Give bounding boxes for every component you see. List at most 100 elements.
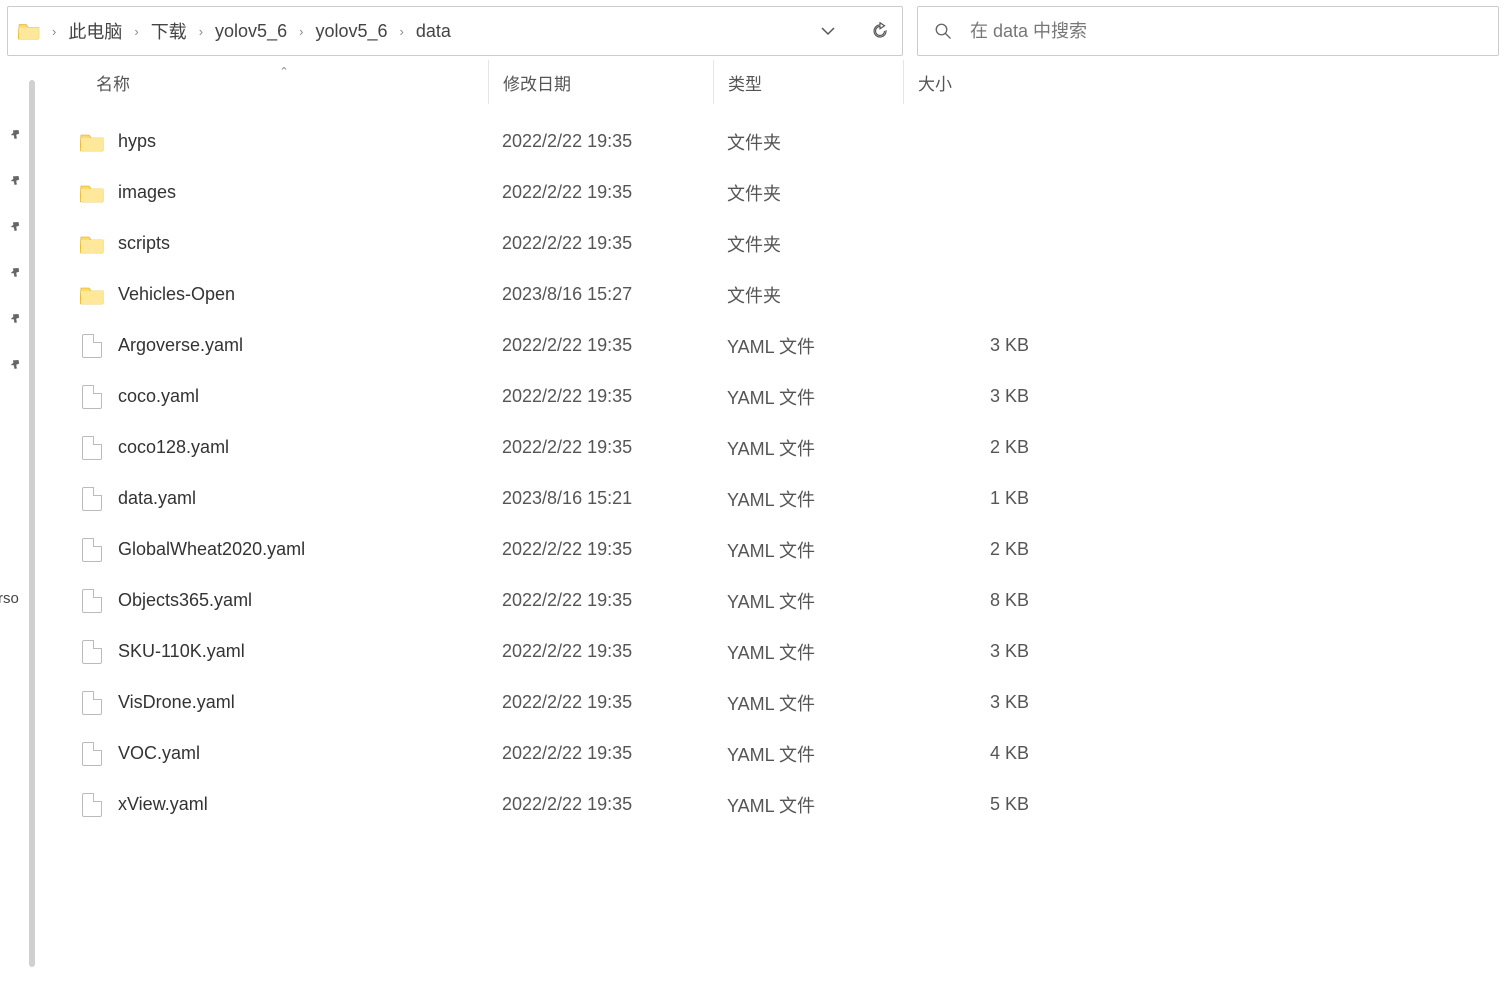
item-name: data.yaml bbox=[118, 488, 196, 509]
cell-name: hyps bbox=[80, 131, 488, 153]
cell-type: YAML 文件 bbox=[713, 792, 903, 818]
file-icon bbox=[82, 691, 102, 715]
chevron-right-icon: › bbox=[197, 24, 205, 39]
cell-name: GlobalWheat2020.yaml bbox=[80, 538, 488, 562]
cell-type: 文件夹 bbox=[713, 231, 903, 257]
cell-type: YAML 文件 bbox=[713, 588, 903, 614]
list-item[interactable]: data.yaml 2023/8/16 15:21YAML 文件1 KB bbox=[80, 473, 1506, 524]
chevron-right-icon: › bbox=[50, 24, 58, 39]
breadcrumb-segment[interactable]: data bbox=[412, 19, 455, 44]
cell-date: 2022/2/22 19:35 bbox=[488, 131, 713, 152]
cell-date: 2022/2/22 19:35 bbox=[488, 743, 713, 764]
cell-date: 2022/2/22 19:35 bbox=[488, 539, 713, 560]
item-name: VOC.yaml bbox=[118, 743, 200, 764]
cell-name: VOC.yaml bbox=[80, 742, 488, 766]
file-icon bbox=[82, 589, 102, 613]
breadcrumb-segment[interactable]: yolov5_6 bbox=[211, 19, 291, 44]
cell-type: YAML 文件 bbox=[713, 486, 903, 512]
sort-indicator-icon: ⌃ bbox=[279, 65, 288, 78]
address-actions bbox=[806, 19, 892, 43]
list-item[interactable]: coco.yaml2022/2/22 19:35YAML 文件3 KB bbox=[80, 371, 1506, 422]
cell-name: images bbox=[80, 182, 488, 204]
cell-name: data.yaml bbox=[80, 487, 488, 511]
list-item[interactable]: VisDrone.yaml2022/2/22 19:35YAML 文件3 KB bbox=[80, 677, 1506, 728]
pin-icon[interactable] bbox=[5, 263, 24, 282]
cell-date: 2022/2/22 19:35 bbox=[488, 590, 713, 611]
chevron-right-icon: › bbox=[297, 24, 305, 39]
list-item[interactable]: scripts2022/2/22 19:35文件夹 bbox=[80, 218, 1506, 269]
cell-name: VisDrone.yaml bbox=[80, 691, 488, 715]
cell-name: Vehicles-Open bbox=[80, 284, 488, 306]
cell-date: 2022/2/22 19:35 bbox=[488, 641, 713, 662]
column-headers: ⌃ 名称 修改日期 类型 大小 bbox=[80, 60, 1506, 104]
cell-size: 5 KB bbox=[903, 794, 1043, 815]
pin-icon[interactable] bbox=[5, 309, 24, 328]
file-icon bbox=[82, 436, 102, 460]
chevron-right-icon: › bbox=[132, 24, 140, 39]
breadcrumb-segment[interactable]: yolov5_6 bbox=[311, 19, 391, 44]
list-item[interactable]: GlobalWheat2020.yaml2022/2/22 19:35YAML … bbox=[80, 524, 1506, 575]
address-bar[interactable]: ›此电脑›下载›yolov5_6›yolov5_6›data bbox=[7, 6, 903, 56]
list-item[interactable]: hyps2022/2/22 19:35文件夹 bbox=[80, 116, 1506, 167]
cell-date: 2022/2/22 19:35 bbox=[488, 335, 713, 356]
item-name: SKU-110K.yaml bbox=[118, 641, 245, 662]
cell-type: YAML 文件 bbox=[713, 333, 903, 359]
history-dropdown-button[interactable] bbox=[816, 19, 840, 43]
item-name: VisDrone.yaml bbox=[118, 692, 235, 713]
file-icon bbox=[82, 334, 102, 358]
pin-icon[interactable] bbox=[5, 171, 24, 190]
cell-date: 2022/2/22 19:35 bbox=[488, 692, 713, 713]
cell-type: 文件夹 bbox=[713, 180, 903, 206]
folder-icon bbox=[80, 233, 104, 255]
file-list: ⌃ 名称 修改日期 类型 大小 hyps2022/2/22 19:35文件夹im… bbox=[30, 60, 1506, 987]
main-area: rso ⌃ 名称 修改日期 类型 大小 hyps2022/2/22 19:35文… bbox=[0, 60, 1506, 987]
item-name: Objects365.yaml bbox=[118, 590, 252, 611]
cell-date: 2022/2/22 19:35 bbox=[488, 437, 713, 458]
pin-icon[interactable] bbox=[5, 217, 24, 236]
cell-size: 8 KB bbox=[903, 590, 1043, 611]
cropped-text: rso bbox=[0, 590, 19, 607]
pin-icon[interactable] bbox=[5, 125, 24, 144]
list-item[interactable]: coco128.yaml2022/2/22 19:35YAML 文件2 KB bbox=[80, 422, 1506, 473]
cell-size: 3 KB bbox=[903, 692, 1043, 713]
cell-size: 4 KB bbox=[903, 743, 1043, 764]
list-item[interactable]: xView.yaml2022/2/22 19:35YAML 文件5 KB bbox=[80, 779, 1506, 830]
cell-type: YAML 文件 bbox=[713, 639, 903, 665]
list-item[interactable]: VOC.yaml2022/2/22 19:35YAML 文件4 KB bbox=[80, 728, 1506, 779]
cell-size: 1 KB bbox=[903, 488, 1043, 509]
breadcrumb: ›此电脑›下载›yolov5_6›yolov5_6›data bbox=[50, 16, 806, 46]
file-icon bbox=[82, 487, 102, 511]
search-input[interactable] bbox=[970, 21, 1482, 42]
pin-icon[interactable] bbox=[5, 355, 24, 374]
item-name: scripts bbox=[118, 233, 170, 254]
list-item[interactable]: SKU-110K.yaml 2022/2/22 19:35YAML 文件3 KB bbox=[80, 626, 1506, 677]
list-item[interactable]: Vehicles-Open2023/8/16 15:27文件夹 bbox=[80, 269, 1506, 320]
refresh-button[interactable] bbox=[868, 19, 892, 43]
cell-size: 3 KB bbox=[903, 335, 1043, 356]
cell-date: 2022/2/22 19:35 bbox=[488, 794, 713, 815]
cell-size: 2 KB bbox=[903, 437, 1043, 458]
breadcrumb-segment[interactable]: 此电脑 bbox=[64, 16, 126, 46]
search-bar[interactable] bbox=[917, 6, 1499, 56]
cell-date: 2022/2/22 19:35 bbox=[488, 182, 713, 203]
cell-size: 2 KB bbox=[903, 539, 1043, 560]
cell-name: xView.yaml bbox=[80, 793, 488, 817]
column-header-date[interactable]: 修改日期 bbox=[488, 60, 713, 104]
breadcrumb-segment[interactable]: 下载 bbox=[147, 16, 191, 46]
file-icon bbox=[82, 640, 102, 664]
column-header-name[interactable]: ⌃ 名称 bbox=[80, 70, 488, 95]
cell-size: 3 KB bbox=[903, 641, 1043, 662]
cell-type: YAML 文件 bbox=[713, 435, 903, 461]
cell-name: SKU-110K.yaml bbox=[80, 640, 488, 664]
item-name: GlobalWheat2020.yaml bbox=[118, 539, 305, 560]
cell-name: scripts bbox=[80, 233, 488, 255]
folder-icon bbox=[18, 22, 40, 40]
cell-date: 2023/8/16 15:21 bbox=[488, 488, 713, 509]
list-item[interactable]: Objects365.yaml 2022/2/22 19:35YAML 文件8 K… bbox=[80, 575, 1506, 626]
top-bar: ›此电脑›下载›yolov5_6›yolov5_6›data bbox=[0, 0, 1506, 60]
column-header-size[interactable]: 大小 bbox=[903, 60, 1043, 104]
item-name: hyps bbox=[118, 131, 156, 152]
list-item[interactable]: Argoverse.yaml2022/2/22 19:35YAML 文件3 KB bbox=[80, 320, 1506, 371]
list-item[interactable]: images2022/2/22 19:35文件夹 bbox=[80, 167, 1506, 218]
column-header-type[interactable]: 类型 bbox=[713, 60, 903, 104]
